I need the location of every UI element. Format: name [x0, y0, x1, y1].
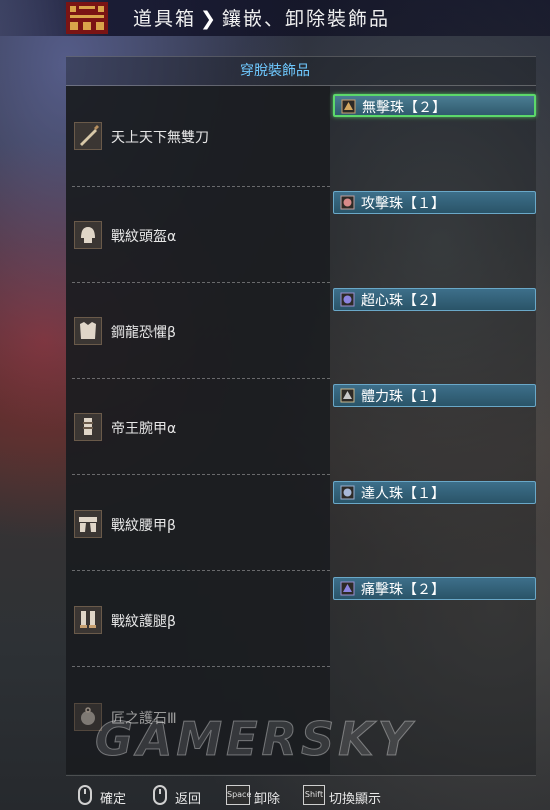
panel-title: 穿脫裝飾品: [240, 63, 310, 79]
jewel-icon: [340, 485, 355, 500]
decoration-name: 攻擊珠【１】: [361, 196, 445, 212]
equipment-row-weapon[interactable]: 天上天下無雙刀: [66, 116, 330, 156]
mouse-right-click-icon: [153, 785, 167, 805]
chest-armor-icon: [74, 317, 102, 345]
decoration-slot[interactable]: 體力珠【１】: [333, 384, 536, 407]
equipment-name: 天上天下無雙刀: [111, 130, 209, 146]
hint-toggle-display[interactable]: Shift 切換顯示: [303, 785, 403, 807]
decoration-name: 達人珠【１】: [361, 486, 445, 502]
jewel-icon: [340, 195, 355, 210]
jewel-icon: [340, 581, 355, 596]
arm-armor-icon: [74, 413, 102, 441]
equipment-name: 帝王腕甲α: [111, 421, 177, 437]
equipment-row-head[interactable]: 戰紋頭盔α: [66, 215, 330, 255]
watermark: GAMERSKY: [94, 712, 416, 767]
equipment-name: 戰紋頭盔α: [111, 229, 177, 245]
decoration-name: 體力珠【１】: [361, 389, 445, 405]
decoration-slot[interactable]: 達人珠【１】: [333, 481, 536, 504]
space-key-icon: Space: [226, 785, 251, 805]
row-divider: [72, 570, 330, 571]
equipment-row-arms[interactable]: 帝王腕甲α: [66, 407, 330, 447]
row-divider: [72, 186, 330, 187]
hint-label: 卸除: [254, 792, 281, 807]
hint-label: 返回: [175, 792, 202, 807]
hint-confirm[interactable]: 確定: [78, 785, 138, 807]
row-divider: [72, 666, 330, 667]
decoration-slot[interactable]: 無擊珠【２】: [333, 94, 536, 117]
hint-label: 切換顯示: [329, 792, 382, 807]
button-hints: 確定 返回 Space 卸除 Shift 切換顯示: [0, 780, 550, 810]
decoration-slot[interactable]: 超心珠【２】: [333, 288, 536, 311]
row-divider: [72, 378, 330, 379]
equipment-row-legs[interactable]: 戰紋護腿β: [66, 600, 330, 640]
leg-armor-icon: [74, 606, 102, 634]
long-sword-icon: [74, 122, 102, 150]
equipment-row-chest[interactable]: 鋼龍恐懼β: [66, 311, 330, 351]
hint-label: 確定: [100, 792, 127, 807]
hint-remove[interactable]: Space 卸除: [226, 785, 296, 807]
equipment-row-waist[interactable]: 戰紋腰甲β: [66, 504, 330, 544]
mouse-left-click-icon: [78, 785, 92, 805]
jewel-icon: [341, 99, 356, 114]
row-divider: [72, 474, 330, 475]
header-bar: 道具箱 ❯ 鑲嵌、卸除裝飾品: [0, 0, 550, 36]
hint-back[interactable]: 返回: [153, 785, 213, 807]
waist-armor-icon: [74, 510, 102, 538]
equipment-name: 戰紋腰甲β: [111, 518, 176, 534]
decoration-slot[interactable]: 痛擊珠【２】: [333, 577, 536, 600]
jewel-icon: [340, 388, 355, 403]
decoration-name: 痛擊珠【２】: [361, 582, 445, 598]
equipment-name: 鋼龍恐懼β: [111, 325, 176, 341]
equipment-name: 戰紋護腿β: [111, 614, 176, 630]
screen: 道具箱 ❯ 鑲嵌、卸除裝飾品 穿脫裝飾品 天上天下無雙刀 無擊珠【２】 戰紋頭盔α …: [0, 0, 550, 810]
hunter-emblem-icon: [66, 2, 108, 34]
breadcrumb-arrow-icon: ❯: [200, 8, 218, 30]
shift-key-icon: Shift: [303, 785, 325, 805]
decoration-slot[interactable]: 攻擊珠【１】: [333, 191, 536, 214]
row-divider: [72, 282, 330, 283]
decoration-name: 無擊珠【２】: [362, 100, 446, 116]
jewel-icon: [340, 292, 355, 307]
helmet-icon: [74, 221, 102, 249]
decoration-name: 超心珠【２】: [361, 293, 445, 309]
breadcrumb-item-item-box[interactable]: 道具箱: [133, 8, 196, 30]
breadcrumb-item-decorations: 鑲嵌、卸除裝飾品: [221, 8, 390, 30]
breadcrumb: 道具箱 ❯ 鑲嵌、卸除裝飾品: [133, 4, 390, 31]
